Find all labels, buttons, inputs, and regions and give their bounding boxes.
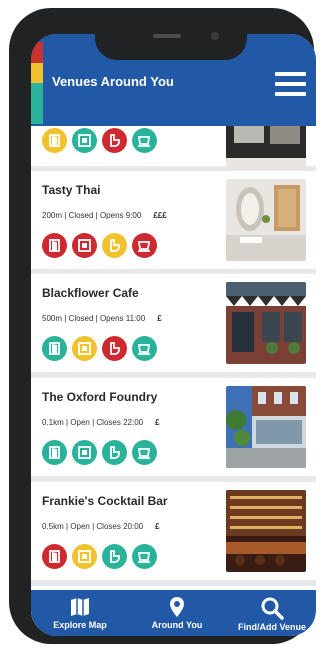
venue-card[interactable]: The Oxford Foundry 0.1km | Open | Closes …	[31, 378, 316, 476]
table-icon	[72, 128, 97, 153]
accent-stripe	[31, 62, 43, 83]
venue-name: The Oxford Foundry	[42, 390, 158, 404]
venue-photo	[226, 386, 306, 468]
venue-meta: 0.5km | Open | Closes 20:00 £	[42, 522, 160, 531]
cup-icon	[132, 440, 157, 465]
nav-label: Explore Map	[53, 620, 107, 630]
accessibility-icons	[42, 128, 157, 153]
cup-icon	[132, 128, 157, 153]
search-icon	[261, 597, 284, 620]
toilet-icon	[102, 128, 127, 153]
bottom-nav: Explore Map Around You Find/Add Venue	[31, 590, 316, 636]
accessibility-icons	[42, 233, 157, 258]
table-icon	[72, 544, 97, 569]
accent-stripes	[31, 42, 43, 124]
screen: Tasty Thai 200m | Closed | Opens 9:00 £££ B…	[31, 34, 316, 636]
table-icon	[72, 336, 97, 361]
venue-price: £££	[153, 211, 167, 220]
nav-label: Find/Add Venue	[237, 622, 306, 632]
venue-meta: 200m | Closed | Opens 9:00 £££	[42, 211, 167, 220]
phone-notch	[95, 16, 247, 60]
door-icon	[42, 233, 67, 258]
accent-stripe	[31, 103, 43, 124]
door-icon	[42, 336, 67, 361]
venue-name: Tasty Thai	[42, 183, 101, 197]
camera	[211, 32, 219, 40]
accessibility-icons	[42, 440, 157, 465]
venue-price: £	[155, 418, 160, 427]
table-icon	[72, 440, 97, 465]
hamburger-menu-icon[interactable]	[275, 72, 306, 98]
toilet-icon	[102, 544, 127, 569]
nav-around-you[interactable]: Around You	[141, 590, 213, 636]
door-icon	[42, 128, 67, 153]
venue-card[interactable]: Blackflower Cafe 500m | Closed | Opens 11…	[31, 274, 316, 372]
door-icon	[42, 440, 67, 465]
accessibility-icons	[42, 336, 157, 361]
accent-stripe	[31, 83, 43, 104]
venue-meta: 500m | Closed | Opens 11:00 £	[42, 314, 162, 323]
page-title: Venues Around You	[52, 74, 174, 89]
table-icon	[72, 233, 97, 258]
nav-label: Around You	[151, 620, 203, 630]
toilet-icon	[102, 440, 127, 465]
speaker	[153, 34, 181, 38]
venue-price: £	[155, 522, 160, 531]
toilet-icon	[102, 336, 127, 361]
venue-name: Frankie's Cocktail Bar	[42, 494, 168, 508]
nav-explore-map[interactable]: Explore Map	[45, 590, 115, 636]
venue-card[interactable]: Frankie's Cocktail Bar 0.5km | Open | Clo…	[31, 482, 316, 580]
location-pin-icon	[170, 597, 184, 617]
venue-photo	[226, 490, 306, 572]
venue-name: Blackflower Cafe	[42, 286, 139, 300]
venue-price: £	[157, 314, 162, 323]
accent-stripe	[31, 42, 43, 63]
phone-frame: Tasty Thai 200m | Closed | Opens 9:00 £££ B…	[9, 8, 316, 644]
venue-photo	[226, 282, 306, 364]
cup-icon	[132, 544, 157, 569]
map-icon	[71, 598, 89, 616]
door-icon	[42, 544, 67, 569]
accessibility-icons	[42, 544, 157, 569]
cup-icon	[132, 336, 157, 361]
cup-icon	[132, 233, 157, 258]
venue-meta: 0.1km | Open | Closes 22:00 £	[42, 418, 160, 427]
nav-find-add-venue[interactable]: Find/Add Venue	[226, 590, 316, 636]
venue-photo	[226, 179, 306, 261]
toilet-icon	[102, 233, 127, 258]
venue-card[interactable]: Tasty Thai 200m | Closed | Opens 9:00 £££	[31, 171, 316, 269]
